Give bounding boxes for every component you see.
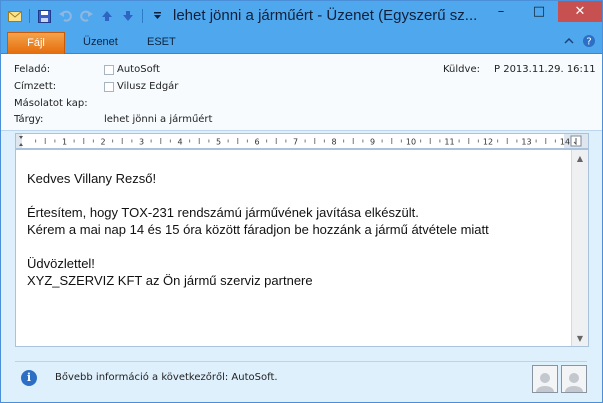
ruler-number: 4 — [177, 138, 182, 147]
toolbar-separator — [29, 9, 30, 23]
body-line: Kérem a mai nap 14 és 15 óra között fára… — [27, 222, 489, 237]
body-line: Üdvözlettel! — [27, 256, 95, 271]
avatar[interactable] — [561, 365, 587, 393]
down-arrow-icon[interactable] — [120, 8, 136, 24]
minimize-button[interactable]: – — [482, 1, 520, 22]
subject-label: Tárgy: — [14, 114, 44, 125]
ruler-number: 13 — [521, 138, 531, 147]
ruler-number: 12 — [483, 138, 493, 147]
message-window: lehet jönni a járműért - Üzenet (Egyszer… — [0, 0, 603, 403]
from-name: AutoSoft — [117, 64, 160, 75]
tab-file[interactable]: Fájl — [7, 32, 65, 54]
divider — [15, 361, 587, 362]
body-line: Értesítem, hogy TOX-231 rendszámú járműv… — [27, 205, 419, 220]
maximize-button[interactable]: □ — [520, 1, 558, 22]
cc-label: Másolatot kap: — [14, 98, 88, 109]
undo-icon[interactable] — [57, 8, 73, 24]
vertical-scrollbar[interactable]: ▲ ▼ — [571, 150, 588, 346]
ribbon-tab-bar: Fájl Üzenet ESET ? — [1, 31, 602, 54]
message-header: Feladó: AutoSoft Küldve: P 2013.11.29. 1… — [1, 54, 602, 131]
from-value[interactable]: AutoSoft — [104, 64, 160, 75]
ruler-number: 2 — [100, 138, 105, 147]
subject-value: lehet jönni a járműért — [104, 114, 213, 125]
people-pane: i Bővebb információ a következőről: Auto… — [15, 353, 587, 397]
ruler-number: 9 — [370, 138, 375, 147]
scroll-up-button[interactable]: ▲ — [572, 150, 588, 166]
to-value[interactable]: Vilusz Edgár — [104, 81, 178, 92]
help-icon[interactable]: ? — [582, 34, 596, 48]
up-arrow-icon[interactable] — [99, 8, 115, 24]
close-button[interactable]: ✕ — [558, 1, 602, 22]
tab-eset[interactable]: ESET — [147, 32, 176, 53]
from-label: Feladó: — [14, 64, 51, 75]
ruler-number: 1 — [62, 138, 67, 147]
avatar[interactable] — [532, 365, 558, 393]
redo-icon[interactable] — [78, 8, 94, 24]
window-title: lehet jönni a járműért - Üzenet (Egyszer… — [173, 7, 478, 24]
avatar-group — [532, 365, 587, 393]
to-name: Vilusz Edgár — [117, 81, 179, 92]
body-line: Kedves Villany Rezső! — [27, 171, 157, 186]
ruler-number: 6 — [254, 138, 259, 147]
body-line — [27, 238, 489, 255]
message-body-text: Kedves Villany Rezső! Értesítem, hogy TOX… — [27, 170, 489, 289]
ruler-number: 11 — [444, 138, 454, 147]
ruler: 1 2 3 4 5 6 7 8 9 10 11 12 13 14 — [15, 133, 589, 149]
customize-icon[interactable] — [149, 8, 165, 24]
sent-label: Küldve: — [443, 64, 480, 75]
ruler-number: 7 — [293, 138, 298, 147]
quick-access-toolbar — [7, 7, 165, 25]
ruler-number: 10 — [406, 138, 416, 147]
mail-icon — [7, 8, 23, 24]
window-controls: – □ ✕ — [482, 1, 602, 22]
info-icon: i — [21, 370, 37, 386]
svg-text:?: ? — [586, 37, 591, 48]
title-bar: lehet jönni a járműért - Üzenet (Egyszer… — [1, 1, 602, 31]
body-line: XYZ_SZERVIZ KFT az Ön jármű szerviz part… — [27, 273, 313, 288]
contact-status-icon — [104, 81, 114, 92]
sent-value: P 2013.11.29. 16:11 — [494, 64, 596, 75]
collapse-ribbon-icon[interactable] — [562, 34, 576, 48]
ruler-number: 14 — [560, 138, 570, 147]
ruler-number: 3 — [139, 138, 144, 147]
message-body[interactable]: Kedves Villany Rezső! Értesítem, hogy TOX… — [15, 149, 589, 347]
ruler-number: 5 — [216, 138, 221, 147]
body-line — [27, 187, 489, 204]
contact-status-icon — [104, 64, 114, 75]
ribbon-right-controls: ? — [562, 34, 596, 48]
to-label: Címzett: — [14, 81, 57, 92]
save-icon[interactable] — [36, 8, 52, 24]
people-pane-info: Bővebb információ a következőről: AutoSo… — [55, 372, 278, 383]
ruler-number: 8 — [331, 138, 336, 147]
tab-message[interactable]: Üzenet — [83, 32, 118, 53]
scroll-down-button[interactable]: ▼ — [572, 330, 588, 346]
toolbar-separator — [142, 9, 143, 23]
